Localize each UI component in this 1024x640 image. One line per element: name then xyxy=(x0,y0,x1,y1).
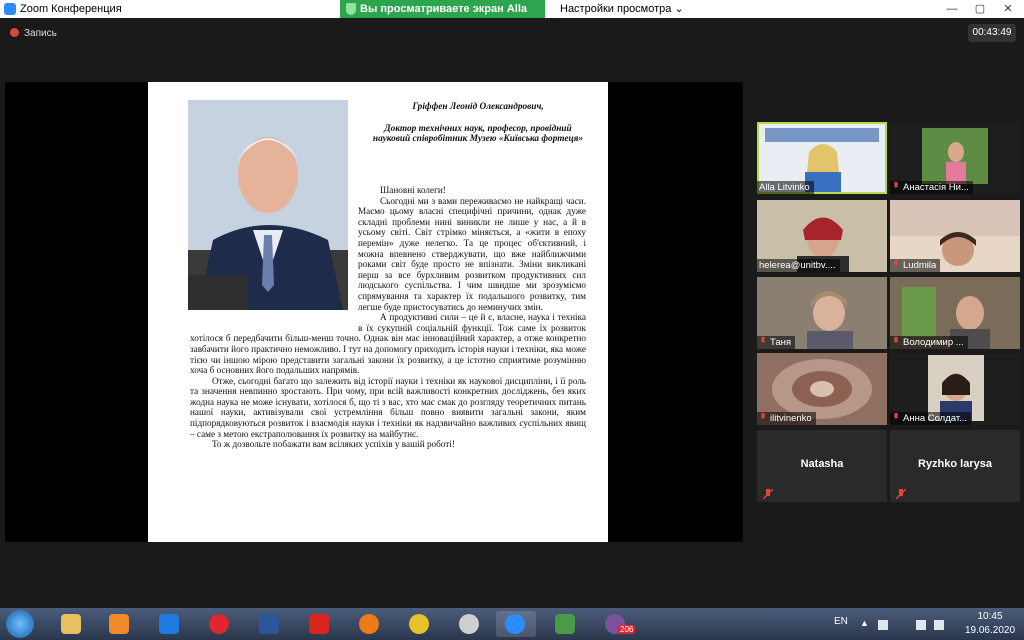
show-hidden-icons-icon[interactable]: ▲ xyxy=(860,618,869,628)
system-clock[interactable]: 10:45 19.06.2020 xyxy=(960,610,1020,638)
mic-muted-icon xyxy=(763,489,773,499)
mic-muted-icon xyxy=(894,260,898,266)
close-button[interactable]: ✕ xyxy=(994,0,1022,18)
screen-share-banner: Вы просматриваете экран Alla Litvinko xyxy=(340,0,545,33)
viber-badge: 206 xyxy=(618,625,636,634)
mic-muted-icon xyxy=(761,413,765,419)
mic-muted-icon xyxy=(894,337,898,343)
closing-paragraph: То ж дозвольте побажати вам всіляких усп… xyxy=(212,439,455,450)
document-header: Гріффен Леонід Олександрович, Доктор тех… xyxy=(368,102,588,156)
participant-name: Alla Litvinko xyxy=(757,181,814,194)
viber-icon[interactable]: 206 xyxy=(596,611,636,637)
opera-icon[interactable] xyxy=(200,611,240,637)
participant-name: Ludmila xyxy=(890,259,941,272)
participant-name: Анна Солдат... xyxy=(890,412,972,425)
document-page: Гріффен Леонід Олександрович, Доктор тех… xyxy=(148,82,608,542)
paragraph: Отже, сьогодні багато що залежить від іс… xyxy=(190,375,586,439)
windows-taskbar: 206 EN ▲ 10:45 19.06.2020 xyxy=(0,608,1024,640)
participant-name: Анастасія Ни... xyxy=(890,181,973,194)
start-button[interactable] xyxy=(6,610,34,638)
firefox-icon[interactable] xyxy=(350,611,390,637)
shared-screen: Гріффен Леонід Олександрович, Доктор тех… xyxy=(5,82,743,542)
recording-indicator[interactable]: Запись xyxy=(10,28,57,39)
participant-tile[interactable]: helerea@unitbv.... xyxy=(757,200,887,272)
paragraph: Сьогодні ми з вами переживаємо не найкра… xyxy=(190,196,586,313)
participant-tile[interactable]: Таня xyxy=(757,277,887,349)
clock-date: 19.06.2020 xyxy=(964,625,1016,636)
file-explorer-icon[interactable] xyxy=(52,611,92,637)
acrobat-icon[interactable] xyxy=(300,611,340,637)
participant-tile[interactable]: Володимир ... xyxy=(890,277,1020,349)
chevron-down-icon: ⌄ xyxy=(674,3,684,15)
network-icon[interactable] xyxy=(878,620,888,630)
maximize-button[interactable]: ▢ xyxy=(966,0,994,18)
media-player-icon[interactable] xyxy=(100,611,140,637)
teamviewer-icon[interactable] xyxy=(150,611,190,637)
meeting-timer: 00:43:49 xyxy=(968,24,1016,42)
view-settings-label: Настройки просмотра xyxy=(560,3,672,15)
mic-muted-icon xyxy=(761,337,765,343)
volume-icon[interactable] xyxy=(916,620,926,630)
participant-tile[interactable]: Ryzhko larysa xyxy=(890,430,1020,502)
chrome-icon[interactable] xyxy=(400,611,440,637)
participant-name: Natasha xyxy=(800,458,844,470)
author-title: Доктор технічних наук, професор, провідн… xyxy=(372,123,584,145)
meeting-toolbar: Запись 00:43:49 xyxy=(0,18,1024,48)
participant-name: Ryzhko larysa xyxy=(918,458,992,470)
mic-muted-icon xyxy=(894,182,898,188)
vpn-icon[interactable] xyxy=(546,611,586,637)
system-tray[interactable]: ▲ xyxy=(860,618,952,632)
mic-muted-icon xyxy=(896,489,906,499)
participant-tile[interactable]: Alla Litvinko xyxy=(757,122,887,194)
participant-name: Таня xyxy=(757,336,796,349)
participant-name: helerea@unitbv.... xyxy=(757,259,840,272)
shield-icon xyxy=(346,3,356,15)
window-title: Zoom Конференция xyxy=(20,3,122,15)
portrait-spacer xyxy=(190,196,358,333)
participant-name: ilitvinenko xyxy=(757,412,816,425)
participant-tile[interactable]: Ludmila xyxy=(890,200,1020,272)
settings-icon[interactable] xyxy=(450,611,490,637)
zoom-icon[interactable] xyxy=(496,611,536,637)
participant-tile[interactable]: Анастасія Ни... xyxy=(890,122,1020,194)
view-settings-dropdown[interactable]: Настройки просмотра ⌄ xyxy=(560,0,690,18)
mic-muted-icon xyxy=(894,413,898,419)
participant-name: Володимир ... xyxy=(890,336,968,349)
flag-icon[interactable] xyxy=(934,620,944,630)
greeting: Шановні колеги! xyxy=(380,185,446,195)
record-icon xyxy=(10,28,19,37)
language-indicator[interactable]: EN xyxy=(834,616,848,627)
zoom-app-icon xyxy=(4,3,16,15)
minimize-button[interactable]: — xyxy=(938,0,966,18)
participant-tile[interactable]: Natasha xyxy=(757,430,887,502)
document-body: Шановні колеги! Сьогодні ми з вами переж… xyxy=(190,185,586,450)
record-label: Запись xyxy=(24,28,57,39)
word-icon[interactable] xyxy=(250,611,290,637)
participant-tile[interactable]: Анна Солдат... xyxy=(890,353,1020,425)
participant-tile[interactable]: ilitvinenko xyxy=(757,353,887,425)
author-name: Гріффен Леонід Олександрович, xyxy=(412,102,544,112)
clock-time: 10:45 xyxy=(977,611,1003,622)
